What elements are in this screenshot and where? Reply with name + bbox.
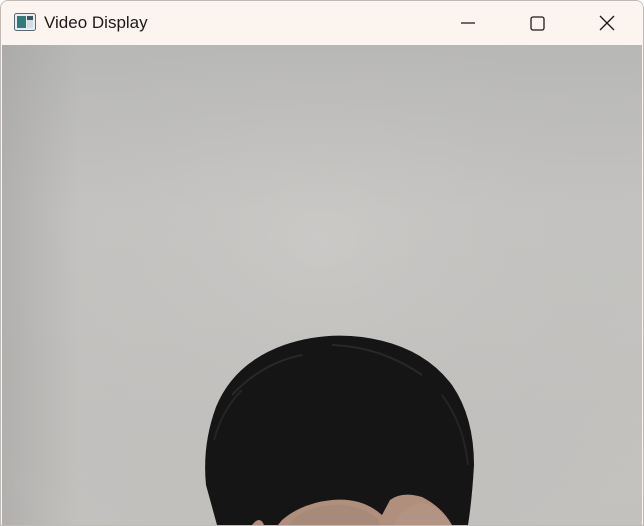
close-icon — [599, 15, 615, 31]
minimize-button[interactable] — [433, 1, 503, 45]
title-bar[interactable]: Video Display — [1, 1, 643, 45]
window-title: Video Display — [44, 13, 148, 32]
maximize-icon — [529, 15, 545, 31]
video-display-area — [2, 45, 642, 525]
webcam-frame — [2, 45, 642, 525]
video-window-icon — [14, 13, 36, 31]
video-display-window: Video Display — [0, 0, 644, 526]
close-button[interactable] — [572, 1, 642, 45]
minimize-icon — [461, 16, 475, 30]
maximize-button[interactable] — [502, 1, 572, 45]
